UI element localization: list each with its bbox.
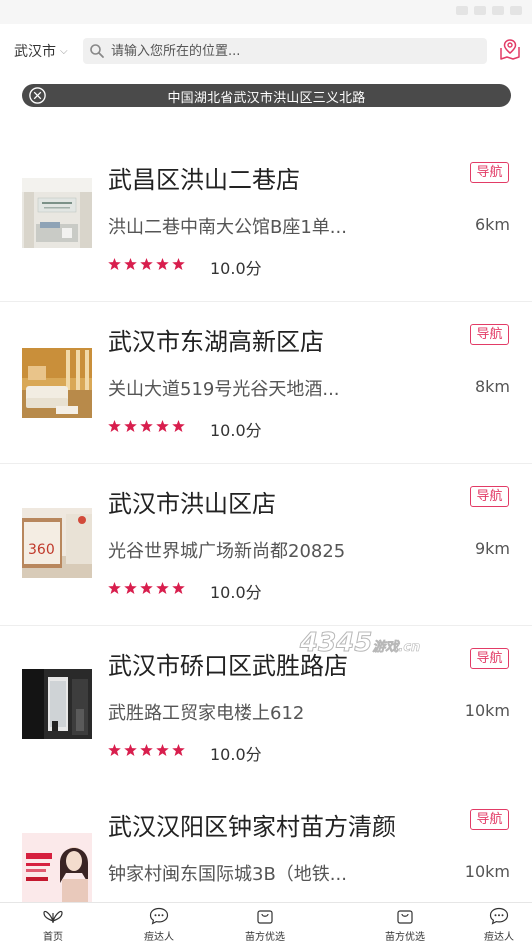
star-icon bbox=[124, 744, 137, 756]
watermark-suffix: 游戏 bbox=[372, 640, 399, 656]
star-icon bbox=[172, 744, 185, 756]
tab-label: 首页 bbox=[43, 932, 63, 943]
navigate-button[interactable]: 导航 bbox=[470, 809, 509, 830]
city-label: 武汉市 bbox=[14, 44, 56, 60]
star-icon bbox=[172, 420, 185, 432]
chevron-down-icon: ⌵ bbox=[60, 45, 68, 57]
rating-stars bbox=[108, 258, 185, 270]
store-thumbnail: 360 bbox=[22, 508, 92, 578]
status-bar bbox=[0, 0, 532, 24]
navigate-button[interactable]: 导航 bbox=[470, 324, 509, 345]
watermark: 4345游戏.cn bbox=[299, 628, 421, 659]
watermark-domain: .cn bbox=[398, 640, 421, 656]
star-icon bbox=[108, 420, 121, 432]
store-distance: 10km bbox=[464, 862, 510, 881]
rating-stars bbox=[108, 420, 185, 432]
tab-doudaren[interactable]: 痘达人 bbox=[124, 907, 194, 943]
chat-icon bbox=[149, 907, 169, 925]
star-icon bbox=[172, 582, 185, 594]
store-thumbnail bbox=[22, 348, 92, 418]
navigate-button[interactable]: 导航 bbox=[470, 162, 509, 183]
store-distance: 10km bbox=[464, 701, 510, 720]
star-icon bbox=[156, 420, 169, 432]
store-card[interactable]: 武汉市硚口区武胜路店 导航 武胜路工贸家电楼上612 10km 10.0分 bbox=[0, 626, 532, 788]
navigate-button[interactable]: 导航 bbox=[470, 648, 509, 669]
star-icon bbox=[108, 744, 121, 756]
bottom-tab-bar: 首页 痘达人 苗方优选 苗方优选 痘达人 bbox=[0, 902, 532, 946]
store-thumbnail bbox=[22, 178, 92, 248]
store-name: 武汉市东湖高新区店 bbox=[108, 328, 324, 356]
star-icon bbox=[108, 258, 121, 270]
butterfly-icon bbox=[43, 910, 63, 923]
map-location-icon[interactable] bbox=[498, 38, 522, 62]
store-score: 10.0分 bbox=[210, 259, 262, 278]
svg-text:360: 360 bbox=[28, 542, 55, 558]
store-address: 钟家村闽东国际城3B（地铁... bbox=[108, 864, 347, 885]
status-icons bbox=[456, 6, 522, 15]
watermark-main: 4345 bbox=[299, 628, 373, 659]
tab-miaofang-youxuan[interactable]: 苗方优选 bbox=[230, 907, 300, 943]
star-icon bbox=[124, 258, 137, 270]
city-selector[interactable]: 武汉市 ⌵ bbox=[14, 41, 68, 61]
store-thumbnail bbox=[22, 669, 92, 739]
navigate-button[interactable]: 导航 bbox=[470, 486, 509, 507]
tab-miaofang-youxuan-2[interactable]: 苗方优选 bbox=[370, 907, 440, 943]
chat-icon bbox=[489, 907, 509, 925]
store-name: 武汉市洪山区店 bbox=[108, 490, 276, 518]
store-name: 武汉汉阳区钟家村苗方清颜 bbox=[108, 813, 396, 841]
tab-label: 苗方优选 bbox=[385, 932, 425, 943]
store-address: 洪山二巷中南大公馆B座1单... bbox=[108, 217, 347, 238]
star-icon bbox=[140, 258, 153, 270]
rating-stars bbox=[108, 744, 185, 756]
search-input[interactable] bbox=[111, 38, 471, 64]
store-card[interactable]: 武汉市东湖高新区店 导航 关山大道519号光谷天地酒... 8km 10.0分 bbox=[0, 302, 532, 464]
store-score: 10.0分 bbox=[210, 421, 262, 440]
store-distance: 8km bbox=[474, 377, 510, 396]
search-box[interactable] bbox=[83, 38, 487, 64]
star-icon bbox=[156, 258, 169, 270]
store-card[interactable]: 360 武汉市洪山区店 导航 光谷世界城广场新尚都20825 9km 10.0分 bbox=[0, 464, 532, 626]
store-address: 光谷世界城广场新尚都20825 bbox=[108, 541, 346, 562]
star-icon bbox=[172, 258, 185, 270]
store-thumbnail bbox=[22, 833, 92, 903]
tab-label: 痘达人 bbox=[144, 932, 174, 943]
store-score: 10.0分 bbox=[210, 745, 262, 764]
star-icon bbox=[156, 582, 169, 594]
star-icon bbox=[108, 582, 121, 594]
tab-label: 苗方优选 bbox=[245, 932, 285, 943]
star-icon bbox=[140, 420, 153, 432]
current-address-bar: 中国湖北省武汉市洪山区三义北路 bbox=[22, 84, 511, 107]
tab-home[interactable]: 首页 bbox=[18, 907, 88, 943]
store-name: 武昌区洪山二巷店 bbox=[108, 166, 300, 194]
search-icon bbox=[90, 44, 104, 58]
star-icon bbox=[140, 582, 153, 594]
rating-stars bbox=[108, 582, 185, 594]
store-card[interactable]: 武昌区洪山二巷店 导航 洪山二巷中南大公馆B座1单... 6km 10.0分 bbox=[0, 140, 532, 302]
current-address: 中国湖北省武汉市洪山区三义北路 bbox=[167, 91, 366, 106]
star-icon bbox=[156, 744, 169, 756]
tab-doudaren-2[interactable]: 痘达人 bbox=[464, 907, 532, 943]
bag-icon bbox=[397, 910, 413, 924]
star-icon bbox=[140, 744, 153, 756]
store-distance: 6km bbox=[474, 215, 510, 234]
store-distance: 9km bbox=[474, 539, 510, 558]
store-address: 关山大道519号光谷天地酒... bbox=[108, 379, 340, 400]
bag-icon bbox=[257, 910, 273, 924]
top-bar: 武汉市 ⌵ bbox=[0, 24, 532, 78]
store-score: 10.0分 bbox=[210, 583, 262, 602]
star-icon bbox=[124, 582, 137, 594]
star-icon bbox=[124, 420, 137, 432]
tab-label: 痘达人 bbox=[484, 932, 514, 943]
store-address: 武胜路工贸家电楼上612 bbox=[108, 703, 305, 724]
